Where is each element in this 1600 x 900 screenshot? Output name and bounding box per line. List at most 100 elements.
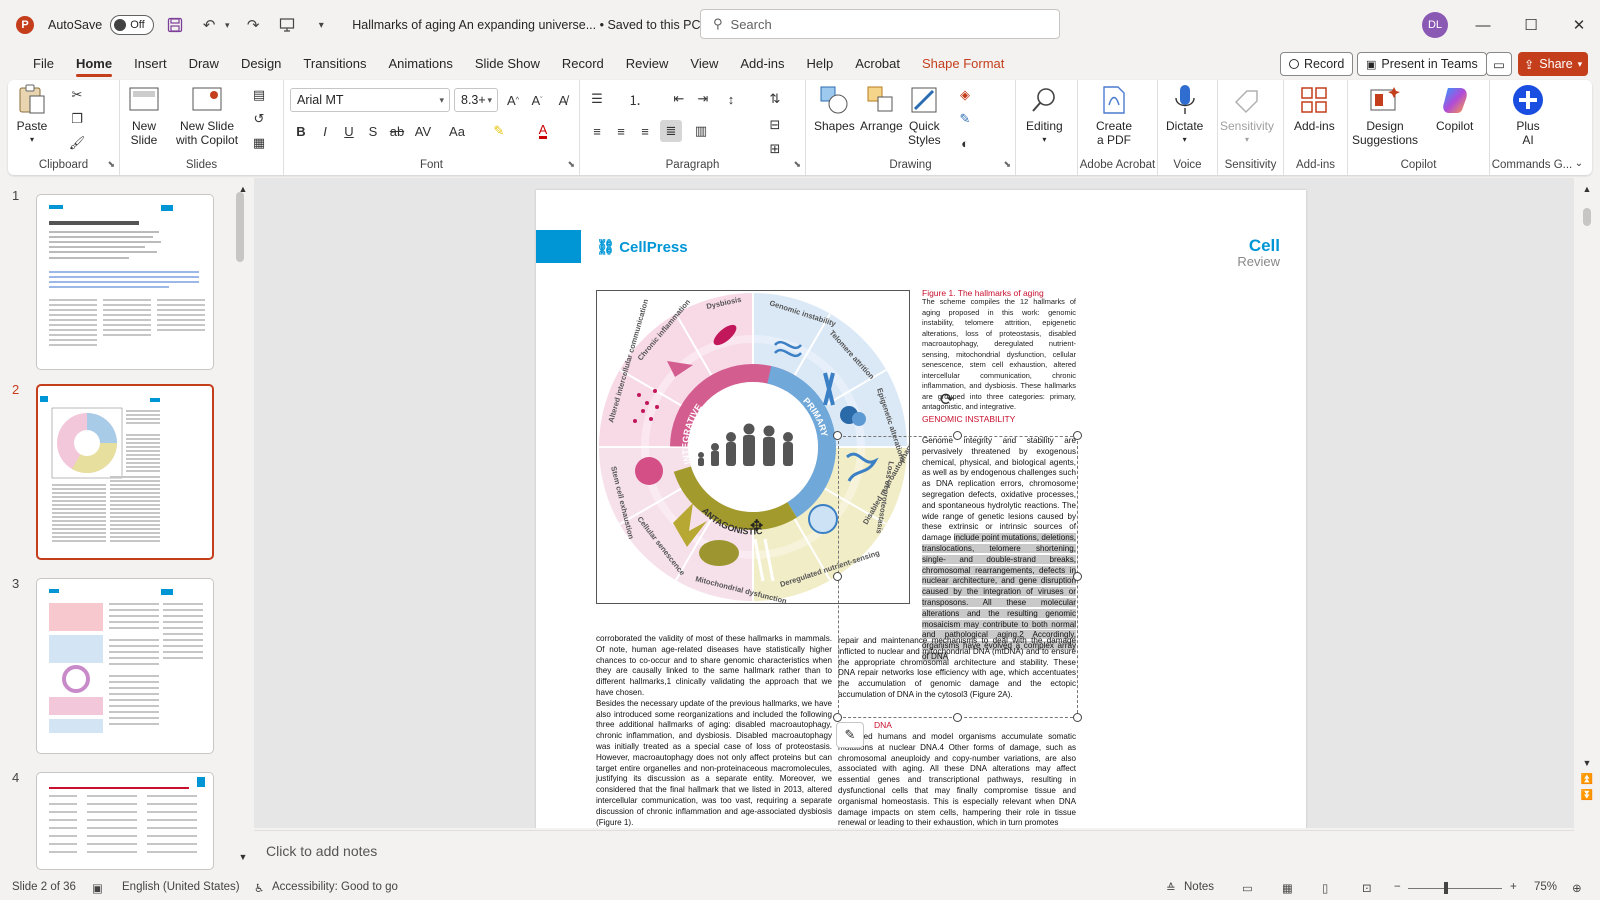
design-suggestions-button[interactable]: Design Suggestions	[1352, 84, 1418, 147]
minimize-icon[interactable]: —	[1470, 12, 1496, 38]
slide-show-icon[interactable]: ⊡	[1362, 881, 1372, 895]
resize-handle-n[interactable]	[953, 431, 962, 440]
font-color-icon[interactable]: A	[532, 120, 554, 142]
undo-dropdown-icon[interactable]: ▾	[222, 12, 232, 38]
designer-quick-action-icon[interactable]: ✎	[836, 722, 864, 748]
highlighter-icon[interactable]: ✎	[488, 120, 510, 142]
accessibility-status[interactable]: Accessibility: Good to go	[272, 881, 398, 893]
zoom-slider[interactable]	[1408, 888, 1502, 889]
sensitivity-button[interactable]: Sensitivity ▾	[1220, 84, 1274, 147]
tab-transitions[interactable]: Transitions	[292, 50, 377, 78]
tab-home[interactable]: Home	[65, 50, 123, 78]
resize-handle-ne[interactable]	[1073, 431, 1082, 440]
tab-view[interactable]: View	[679, 50, 729, 78]
columns-icon[interactable]: ▥	[690, 120, 712, 142]
slide-thumbnail-2[interactable]	[36, 384, 214, 560]
text-direction-icon[interactable]: ⇅	[764, 88, 786, 110]
dialog-launcher-icon[interactable]: ⬊	[1003, 159, 1011, 170]
arrange-button[interactable]: Arrange	[860, 84, 903, 133]
zoom-in-icon[interactable]: +	[1510, 881, 1517, 893]
line-spacing-icon[interactable]: ↕	[720, 88, 742, 110]
increase-font-size-icon[interactable]: A ^	[502, 89, 524, 111]
dictate-button[interactable]: Dictate ▾	[1166, 84, 1203, 147]
tab-animations[interactable]: Animations	[378, 50, 464, 78]
shape-outline-icon[interactable]: ✎	[954, 108, 976, 130]
shape-effects-icon[interactable]: ◐	[954, 132, 976, 154]
resize-handle-s[interactable]	[953, 713, 962, 722]
zoom-level[interactable]: 75%	[1534, 881, 1557, 893]
collapse-ribbon-icon[interactable]: ⌄	[1568, 152, 1590, 174]
shape-fill-icon[interactable]: ◈	[954, 84, 976, 106]
italic-icon[interactable]: I	[314, 120, 336, 142]
bullets-icon[interactable]: ☰	[586, 88, 608, 110]
reset-icon[interactable]: ↺	[248, 108, 270, 130]
plus-ai-button[interactable]: Plus AI	[1512, 84, 1544, 147]
resize-handle-w[interactable]	[833, 572, 842, 581]
tab-add-ins[interactable]: Add-ins	[729, 50, 795, 78]
thumbnails-scrollbar[interactable]	[236, 192, 244, 262]
redo-icon[interactable]: ↷	[240, 12, 266, 38]
create-pdf-button[interactable]: Create a PDF	[1096, 84, 1132, 147]
search-input[interactable]: ⚲ Search	[700, 9, 1060, 39]
editing-button[interactable]: Editing ▾	[1026, 84, 1063, 147]
reading-view-icon[interactable]: ▯	[1322, 881, 1328, 895]
numbering-icon[interactable]: ⒈	[624, 88, 646, 110]
cut-icon[interactable]: ✂	[66, 84, 88, 106]
tab-record[interactable]: Record	[551, 50, 615, 78]
slide-thumbnail-4[interactable]	[36, 772, 214, 870]
autosave-toggle[interactable]: Off	[110, 15, 155, 35]
notes-button[interactable]: Notes	[1184, 881, 1214, 893]
normal-view-icon[interactable]: ▭	[1242, 881, 1253, 895]
align-left-icon[interactable]: ≡	[586, 120, 608, 142]
new-slide-with-copilot-button[interactable]: New Slide with Copilot	[176, 84, 238, 147]
align-text-icon[interactable]: ⊟	[764, 114, 786, 136]
next-slide-icon[interactable]: ⏬	[1576, 784, 1598, 806]
document-title[interactable]: Hallmarks of aging An expanding universe…	[352, 18, 708, 32]
left-column-text[interactable]: corroborated the validity of most of the…	[596, 634, 832, 828]
font-size-dropdown[interactable]: 8.3+ ▾	[454, 88, 498, 112]
quick-styles-button[interactable]: Quick Styles	[908, 84, 941, 147]
copy-icon[interactable]: ❐	[66, 108, 88, 130]
maximize-icon[interactable]: ☐	[1518, 12, 1544, 38]
fit-to-window-icon[interactable]: ⊕	[1572, 881, 1582, 895]
zoom-slider-thumb[interactable]	[1444, 882, 1448, 894]
language-status[interactable]: English (United States)	[122, 881, 240, 893]
scroll-up-icon[interactable]: ▲	[1576, 178, 1598, 200]
close-icon[interactable]: ✕	[1566, 12, 1592, 38]
tab-insert[interactable]: Insert	[123, 50, 178, 78]
record-button[interactable]: Record	[1280, 52, 1354, 76]
slide-thumbnail-1[interactable]	[36, 194, 214, 370]
decrease-font-size-icon[interactable]: Aˇ	[526, 89, 548, 111]
spelling-icon[interactable]: ▣	[92, 881, 103, 895]
selected-textbox[interactable]	[838, 436, 1078, 718]
decrease-indent-icon[interactable]: ⇤	[668, 88, 690, 110]
slide-sorter-icon[interactable]: ▦	[1282, 881, 1293, 895]
character-spacing-icon[interactable]: AV	[412, 120, 434, 142]
slide-scrollbar-thumb[interactable]	[1583, 208, 1591, 226]
tab-help[interactable]: Help	[795, 50, 844, 78]
resize-handle-nw[interactable]	[833, 431, 842, 440]
dialog-launcher-icon[interactable]: ⬊	[107, 159, 115, 170]
shapes-button[interactable]: Shapes	[814, 84, 855, 133]
resize-handle-sw[interactable]	[833, 713, 842, 722]
add-ins-button[interactable]: Add-ins	[1294, 84, 1335, 133]
justify-icon[interactable]: ≣	[660, 120, 682, 142]
user-avatar[interactable]: DL	[1422, 12, 1448, 38]
tab-shape-format[interactable]: Shape Format	[911, 50, 1015, 78]
align-right-icon[interactable]: ≡	[634, 120, 656, 142]
font-name-dropdown[interactable]: Arial MT ▾	[290, 88, 450, 112]
tab-review[interactable]: Review	[615, 50, 680, 78]
bold-icon[interactable]: B	[290, 120, 312, 142]
increase-indent-icon[interactable]: ⇥	[692, 88, 714, 110]
dialog-launcher-icon[interactable]: ⬊	[793, 159, 801, 170]
tab-acrobat[interactable]: Acrobat	[844, 50, 911, 78]
copilot-button[interactable]: Copilot	[1436, 84, 1473, 133]
underline-icon[interactable]: U	[338, 120, 360, 142]
tab-design[interactable]: Design	[230, 50, 292, 78]
dialog-launcher-icon[interactable]: ⬊	[567, 159, 575, 170]
present-in-teams-button[interactable]: ▣ Present in Teams	[1357, 52, 1487, 76]
comments-button[interactable]: ▭	[1486, 52, 1512, 76]
dna-section-text[interactable]: om aged humans and model organisms accum…	[838, 732, 1076, 828]
change-case-icon[interactable]: Aa	[446, 120, 468, 142]
present-from-start-icon[interactable]	[274, 12, 300, 38]
